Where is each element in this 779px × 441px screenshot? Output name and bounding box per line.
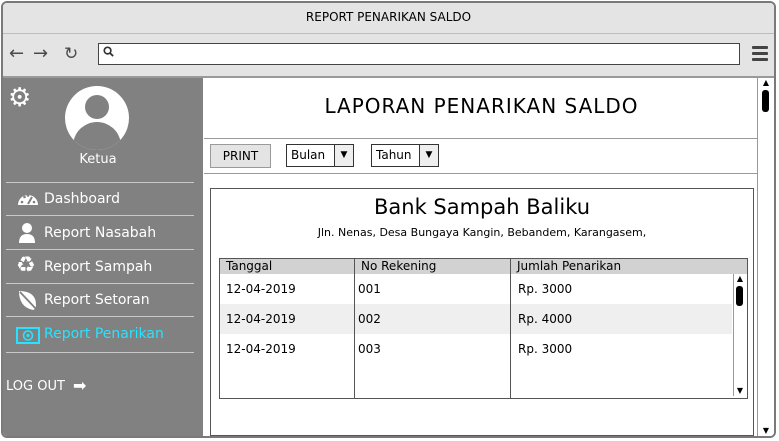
org-address: Jln. Nenas, Desa Bungaya Kangin, Bebande… [317,226,647,239]
recycle-icon: ♻ [16,253,36,278]
sidebar-item-report-penarikan[interactable]: Report Penarikan [6,318,194,353]
dashboard-icon [18,194,38,205]
window-title: REPORT PENARIKAN SALDO [3,3,774,34]
year-select[interactable]: Tahun ▼ [371,144,439,167]
cell-amount: Rp. 3000 [518,282,573,296]
sidebar-item-label: Report Sampah [44,259,153,275]
column-divider [510,259,511,398]
logout-label: LOG OUT [6,379,65,394]
cell-amount: Rp. 4000 [518,312,573,326]
sign-out-icon: ➡ [73,376,87,395]
print-button[interactable]: PRINT [210,144,271,168]
url-bar[interactable] [98,43,740,65]
search-icon [103,46,114,57]
sidebar-item-report-sampah[interactable]: ♻ Report Sampah [6,251,194,284]
logout-button[interactable]: LOG OUT ➡ [6,377,86,396]
cell-date: 12-04-2019 [226,282,296,296]
column-header: No Rekening [355,259,511,274]
report-panel: Bank Sampah Baliku Jln. Nenas, Desa Bung… [210,188,754,436]
month-select[interactable]: Bulan ▼ [286,144,354,167]
page-scrollbar[interactable]: ▲ ▼ [757,78,774,436]
scroll-up-icon[interactable]: ▲ [758,78,774,88]
table-row[interactable]: 12-04-2019 001 Rp. 3000 [220,274,732,304]
scroll-down-icon[interactable]: ▼ [758,426,774,436]
scroll-down-icon[interactable]: ▼ [734,386,746,396]
org-name: Bank Sampah Baliku [373,195,591,219]
table-scrollbar[interactable]: ▲ ▼ [733,274,746,396]
table-row[interactable]: 12-04-2019 003 Rp. 3000 [220,334,732,364]
user-role: Ketua [79,152,117,167]
year-select-value: Tahun [376,148,412,162]
avatar [65,86,129,150]
leaf-icon [19,291,39,311]
sidebar-item-label: Report Nasabah [44,225,157,241]
table-row[interactable]: 12-04-2019 002 Rp. 4000 [220,304,732,334]
sidebar-item-dashboard[interactable]: Dashboard [6,183,194,216]
column-divider [354,259,355,398]
column-header: Tanggal [220,259,355,274]
withdrawal-table: Tanggal No Rekening Jumlah Penarikan 12-… [219,258,748,399]
browser-navbar: ← → ↻ [3,34,774,78]
sidebar-item-report-setoran[interactable]: Report Setoran [6,284,194,317]
scroll-thumb[interactable] [736,286,743,306]
main-content: LAPORAN PENARIKAN SALDO PRINT Bulan ▼ Ta… [204,78,759,436]
sidebar-item-label: Report Setoran [44,292,150,308]
cell-amount: Rp. 3000 [518,342,573,356]
hamburger-icon[interactable] [752,46,768,64]
page-title: LAPORAN PENARIKAN SALDO [204,78,759,139]
sidebar-item-label: Report Penarikan [44,326,164,342]
user-icon [19,223,35,243]
sidebar-item-label: Dashboard [44,191,120,207]
cell-account: 003 [358,342,381,356]
arrow-right-icon[interactable]: → [33,44,48,64]
chevron-down-icon: ▼ [419,145,438,166]
sidebar-item-report-nasabah[interactable]: Report Nasabah [6,217,194,250]
cell-date: 12-04-2019 [226,312,296,326]
reload-icon[interactable]: ↻ [64,44,78,64]
email-icon [16,327,40,344]
month-select-value: Bulan [291,148,326,162]
report-toolbar: PRINT Bulan ▼ Tahun ▼ [204,139,759,174]
arrow-left-icon[interactable]: ← [9,44,24,64]
scroll-thumb[interactable] [762,90,769,112]
sidebar: ⚙ Ketua Dashboard Report Nasabah ♻ Repor… [3,78,203,436]
scroll-up-icon[interactable]: ▲ [734,274,746,284]
browser-window: REPORT PENARIKAN SALDO ← → ↻ ⚙ Ketua Das… [1,1,776,438]
chevron-down-icon: ▼ [334,145,353,166]
gear-icon[interactable]: ⚙ [8,85,31,111]
cell-account: 001 [358,282,381,296]
cell-account: 002 [358,312,381,326]
column-header: Jumlah Penarikan [511,259,747,274]
cell-date: 12-04-2019 [226,342,296,356]
